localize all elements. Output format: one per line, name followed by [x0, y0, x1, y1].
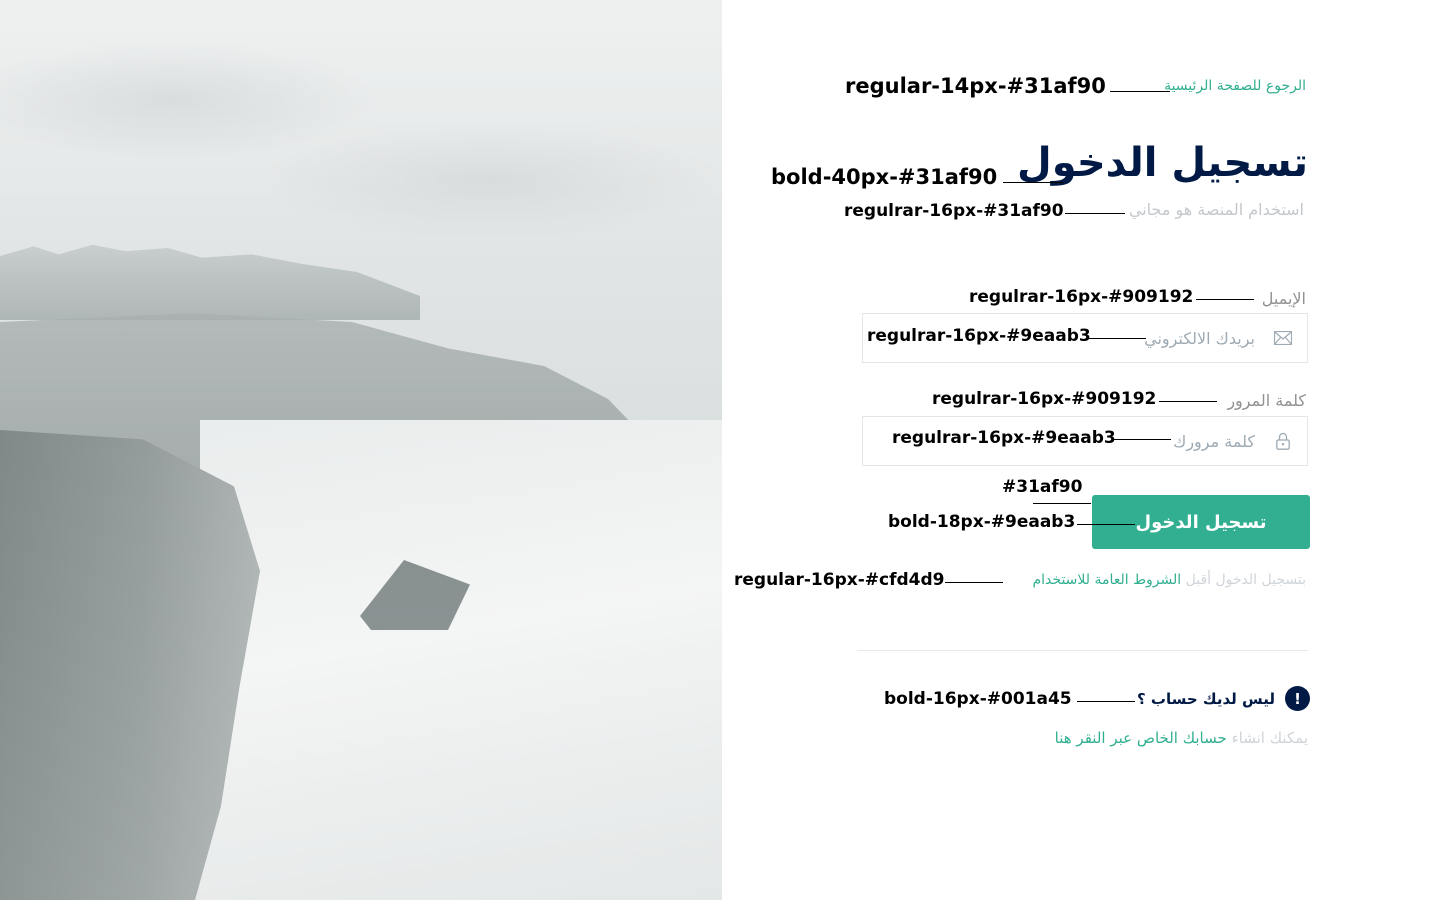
create-account-text: يمكنك انشاء حسابك الخاص عبر النقر هنا: [1000, 729, 1308, 747]
hero-image: [0, 0, 722, 900]
divider: [857, 650, 1308, 651]
annotation-email-placeholder: regulrar-16px-#9eaab3: [867, 326, 1091, 346]
annotation-leader-line: [1065, 213, 1125, 214]
annotation-back-link: regular-14px-#31af90: [845, 74, 1106, 98]
create-account-link[interactable]: حسابك الخاص عبر النقر هنا: [1055, 729, 1227, 747]
annotation-email-label: regulrar-16px-#909192: [969, 287, 1194, 307]
page-subtitle: استخدام المنصة هو مجاني: [1128, 200, 1304, 219]
annotation-leader-line: [1077, 524, 1135, 525]
annotation-title: bold-40px-#31af90: [771, 165, 998, 189]
annotation-leader-line: [1113, 439, 1171, 440]
login-button[interactable]: تسجيل الدخول: [1092, 495, 1310, 549]
annotation-leader-line: [1077, 701, 1135, 702]
annotation-subtitle: regulrar-16px-#31af90: [844, 201, 1064, 221]
annotation-leader-line: [1003, 182, 1063, 183]
lock-icon: [1273, 431, 1293, 451]
terms-text: بتسجيل الدخول أقبل الشروط العامة للاستخد…: [980, 572, 1307, 588]
signup-notice: ! ليس لديك حساب ؟: [1100, 686, 1310, 711]
page-title: تسجيل الدخول: [1017, 140, 1308, 186]
annotation-password-label: regulrar-16px-#909192: [932, 389, 1157, 409]
annotation-leader-line: [945, 582, 1003, 583]
annotation-signup-question: bold-16px-#001a45: [884, 689, 1072, 709]
annotation-terms: regular-16px-#cfd4d9: [734, 570, 945, 590]
envelope-icon: [1273, 328, 1293, 348]
terms-prefix: بتسجيل الدخول أقبل: [1185, 572, 1306, 588]
annotation-button-color: #31af90: [1002, 477, 1083, 497]
haze-overlay: [0, 0, 722, 900]
annotation-leader-line: [1110, 91, 1170, 92]
exclamation-icon: !: [1285, 686, 1310, 711]
annotation-leader-line: [1088, 338, 1146, 339]
terms-link[interactable]: الشروط العامة للاستخدام: [1033, 572, 1182, 588]
annotation-button-text: bold-18px-#9eaab3: [888, 512, 1076, 532]
annotation-password-placeholder: regulrar-16px-#9eaab3: [892, 428, 1116, 448]
annotation-leader-line: [1159, 401, 1217, 402]
annotation-leader-line: [1196, 299, 1254, 300]
create-account-prefix: يمكنك انشاء: [1231, 729, 1308, 747]
signup-question: ليس لديك حساب ؟: [1136, 689, 1275, 708]
annotation-leader-line: [1033, 503, 1091, 504]
